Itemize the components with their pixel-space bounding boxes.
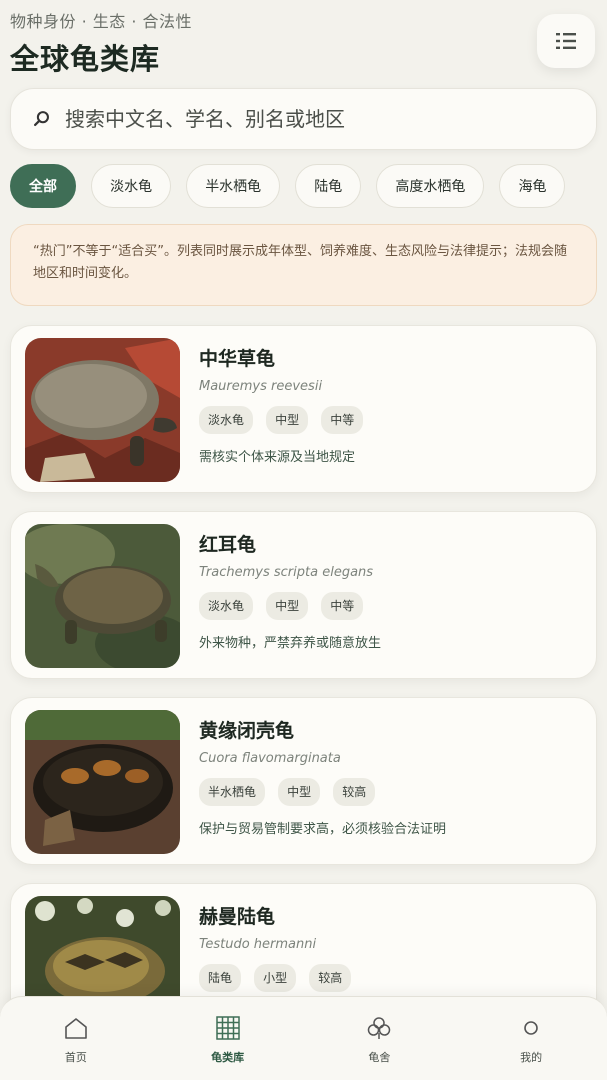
species-scientific-name: Trachemys scripta elegans bbox=[199, 565, 374, 580]
tag-category: 淡水龟 bbox=[199, 592, 254, 620]
grid-icon bbox=[215, 1016, 240, 1040]
filter-chip-sea-turtle[interactable]: 海龟 bbox=[499, 164, 566, 208]
clover-icon bbox=[368, 1017, 391, 1039]
filter-chip-tortoise[interactable]: 陆龟 bbox=[295, 164, 362, 208]
tab-home[interactable]: 首页 bbox=[0, 997, 152, 1080]
tag-size: 小型 bbox=[254, 964, 297, 992]
tab-label: 龟舍 bbox=[368, 1051, 391, 1064]
species-note: 保护与贸易管制要求高，必须核验合法证明 bbox=[199, 822, 447, 837]
filter-chips: 全部 淡水龟 半水栖龟 陆龟 高度水栖龟 海龟 bbox=[10, 164, 597, 210]
home-icon bbox=[65, 1018, 87, 1039]
tab-profile[interactable]: 我的 bbox=[455, 997, 607, 1080]
tab-turtle-house[interactable]: 龟舍 bbox=[304, 997, 456, 1080]
species-name: 红耳龟 bbox=[199, 534, 257, 556]
tag-category: 陆龟 bbox=[199, 964, 242, 992]
tag-difficulty: 中等 bbox=[321, 406, 364, 434]
search-input[interactable] bbox=[65, 107, 596, 131]
filter-chip-semi-aquatic[interactable]: 半水栖龟 bbox=[186, 164, 281, 208]
species-tags: 陆龟 小型 较高 bbox=[199, 964, 586, 992]
menu-button[interactable] bbox=[537, 14, 595, 68]
species-scientific-name: Cuora flavomarginata bbox=[199, 751, 341, 766]
tag-difficulty: 中等 bbox=[321, 592, 364, 620]
species-info: 黄缘闭壳龟 Cuora flavomarginata 半水栖龟 中型 较高 保护… bbox=[199, 716, 586, 837]
bottom-tab-bar: 首页 龟类库 龟舍 我的 bbox=[0, 996, 607, 1080]
species-name: 中华草龟 bbox=[199, 348, 276, 370]
page-subtitle: 物种身份 · 生态 · 合法性 bbox=[10, 12, 193, 31]
species-card[interactable]: 红耳龟 Trachemys scripta elegans 淡水龟 中型 中等 … bbox=[10, 511, 597, 679]
tab-species-library[interactable]: 龟类库 bbox=[152, 997, 304, 1080]
species-name: 赫曼陆龟 bbox=[199, 906, 276, 928]
filter-chip-highly-aquatic[interactable]: 高度水栖龟 bbox=[376, 164, 485, 208]
filter-chip-all[interactable]: 全部 bbox=[10, 164, 76, 208]
tab-label: 龟类库 bbox=[211, 1051, 245, 1064]
species-tags: 淡水龟 中型 中等 bbox=[199, 406, 586, 434]
species-photo bbox=[25, 524, 180, 668]
tag-difficulty: 较高 bbox=[333, 778, 376, 806]
search-bar[interactable] bbox=[10, 88, 597, 150]
profile-icon bbox=[524, 1021, 538, 1035]
species-scientific-name: Mauremys reevesii bbox=[199, 379, 323, 394]
tab-label: 首页 bbox=[64, 1051, 87, 1064]
species-card[interactable]: 黄缘闭壳龟 Cuora flavomarginata 半水栖龟 中型 较高 保护… bbox=[10, 697, 597, 865]
tag-category: 淡水龟 bbox=[199, 406, 254, 434]
page-header: 物种身份 · 生态 · 合法性 全球龟类库 bbox=[10, 8, 597, 80]
list-menu-icon bbox=[556, 33, 576, 49]
species-note: 需核实个体来源及当地规定 bbox=[199, 450, 356, 465]
species-photo bbox=[25, 710, 180, 854]
tab-label: 我的 bbox=[520, 1051, 543, 1064]
species-tags: 半水栖龟 中型 较高 bbox=[199, 778, 586, 806]
tag-size: 中型 bbox=[266, 406, 309, 434]
notice-banner: “热门”不等于“适合买”。列表同时展示成年体型、饲养难度、生态风险与法律提示；法… bbox=[10, 224, 597, 306]
species-scientific-name: Testudo hermanni bbox=[199, 937, 317, 952]
species-name: 黄缘闭壳龟 bbox=[199, 720, 295, 742]
species-photo bbox=[25, 338, 180, 482]
species-info: 红耳龟 Trachemys scripta elegans 淡水龟 中型 中等 … bbox=[199, 530, 586, 651]
tag-size: 中型 bbox=[266, 592, 309, 620]
tag-difficulty: 较高 bbox=[309, 964, 352, 992]
species-card[interactable]: 中华草龟 Mauremys reevesii 淡水龟 中型 中等 需核实个体来源… bbox=[10, 325, 597, 493]
search-icon bbox=[34, 111, 49, 127]
tag-size: 中型 bbox=[278, 778, 321, 806]
species-note: 外来物种，严禁弃养或随意放生 bbox=[199, 636, 382, 651]
species-info: 中华草龟 Mauremys reevesii 淡水龟 中型 中等 需核实个体来源… bbox=[199, 344, 586, 465]
tag-category: 半水栖龟 bbox=[199, 778, 266, 806]
filter-chip-freshwater[interactable]: 淡水龟 bbox=[91, 164, 172, 208]
page-title: 全球龟类库 bbox=[10, 42, 161, 76]
species-tags: 淡水龟 中型 中等 bbox=[199, 592, 586, 620]
species-info: 赫曼陆龟 Testudo hermanni 陆龟 小型 较高 bbox=[199, 902, 586, 992]
